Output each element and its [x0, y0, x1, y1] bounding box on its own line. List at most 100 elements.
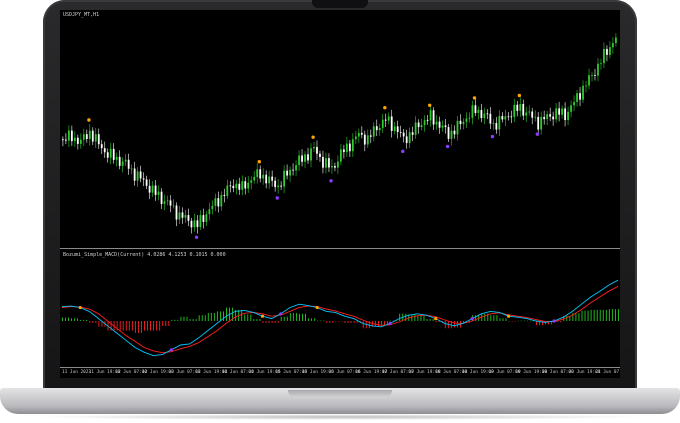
candle-body [414, 122, 417, 135]
histogram-bar [280, 316, 282, 321]
histogram-bar [283, 316, 285, 321]
macd-indicator-pane[interactable] [60, 249, 620, 367]
candle-body [331, 165, 333, 168]
candle-body [319, 153, 321, 157]
histogram-bar [226, 307, 227, 321]
candle-body [375, 126, 378, 131]
crossover-dot [78, 305, 82, 310]
candle-body [325, 158, 327, 168]
candle-body [438, 121, 441, 128]
candle-body [600, 63, 602, 65]
time-tick-label: 21 Jun 07:00 [595, 370, 620, 375]
histogram-bar [244, 314, 246, 321]
candle-body [238, 183, 241, 190]
histogram-bar [250, 314, 252, 321]
candle-body [70, 130, 73, 142]
candle-body [462, 121, 465, 125]
camera-notch [312, 0, 368, 8]
candle-body [354, 136, 357, 140]
histogram-bar [277, 321, 279, 323]
candle-body [384, 119, 387, 121]
candle-body [196, 220, 199, 227]
candle-body [151, 185, 154, 193]
candle-body [483, 113, 486, 119]
candle-body [298, 155, 300, 166]
histogram-bar [198, 315, 200, 321]
candle-body [94, 134, 97, 142]
candle-body [393, 126, 396, 131]
candle-body [549, 114, 552, 117]
histogram-bar [608, 309, 610, 321]
histogram-bar [399, 313, 401, 321]
histogram-bar [420, 316, 422, 321]
histogram-bar [517, 320, 519, 322]
histogram-bar [262, 321, 264, 323]
buy-signal-dot [445, 144, 450, 149]
histogram-bar [508, 321, 510, 322]
buy-signal-dot [329, 179, 333, 183]
candle-body [603, 48, 605, 64]
candle-body [62, 139, 64, 141]
candle-body [85, 134, 88, 140]
candle-body [606, 48, 608, 55]
histogram-bar [223, 311, 224, 321]
histogram-bar [204, 315, 206, 321]
candle-body [178, 212, 181, 220]
candle-body [247, 182, 250, 189]
candle-body [486, 113, 489, 115]
histogram-bar [274, 321, 276, 323]
candle-body [232, 185, 235, 189]
histogram-bar [599, 309, 601, 321]
candle-body [435, 121, 438, 125]
candle-body [489, 113, 492, 124]
candle-body [289, 169, 291, 176]
candle-body [310, 148, 312, 161]
sell-signal-dot [87, 118, 91, 122]
histogram-bar [186, 316, 188, 321]
candle-body [277, 185, 280, 188]
candle-body [283, 170, 286, 187]
histogram-bar [526, 320, 528, 322]
candle-body [417, 122, 420, 128]
candle-body [313, 146, 315, 149]
histogram-bar [490, 315, 492, 321]
crossover-dot [434, 317, 438, 321]
histogram-bar [341, 321, 343, 322]
buy-signal-dot [275, 196, 279, 200]
candle-body [163, 201, 166, 204]
candle-body [175, 205, 178, 220]
histogram-bar [417, 316, 419, 321]
candle-body [447, 127, 450, 139]
histogram-bar [353, 321, 355, 323]
candle-body [609, 47, 611, 55]
histogram-bar [426, 319, 428, 321]
candle-body [390, 116, 393, 131]
candle-body [351, 139, 354, 152]
histogram-bar [444, 321, 446, 329]
candle-body [115, 156, 118, 160]
candle-body [88, 130, 91, 140]
candle-body [426, 120, 429, 121]
histogram-bar [210, 312, 212, 321]
histogram-bar [122, 321, 124, 331]
price-chart-pane[interactable] [60, 10, 620, 248]
histogram-bar [192, 319, 194, 321]
histogram-bar [159, 321, 161, 331]
histogram-bar [289, 312, 291, 321]
candle-body [181, 212, 184, 218]
candle-body [82, 134, 85, 140]
histogram-bar [89, 321, 91, 323]
laptop-base-groove [288, 390, 392, 398]
histogram-bar [347, 321, 349, 323]
histogram-bar [98, 321, 100, 327]
candle-body [366, 135, 369, 145]
histogram-bar [423, 316, 425, 321]
sell-signal-dot [257, 160, 261, 164]
candle-body [223, 194, 226, 196]
candle-body [259, 169, 262, 179]
histogram-bar [125, 321, 127, 331]
candle-body [474, 105, 477, 113]
crossover-dot [169, 348, 173, 352]
histogram-bar [201, 315, 203, 321]
candle-body [337, 161, 339, 168]
